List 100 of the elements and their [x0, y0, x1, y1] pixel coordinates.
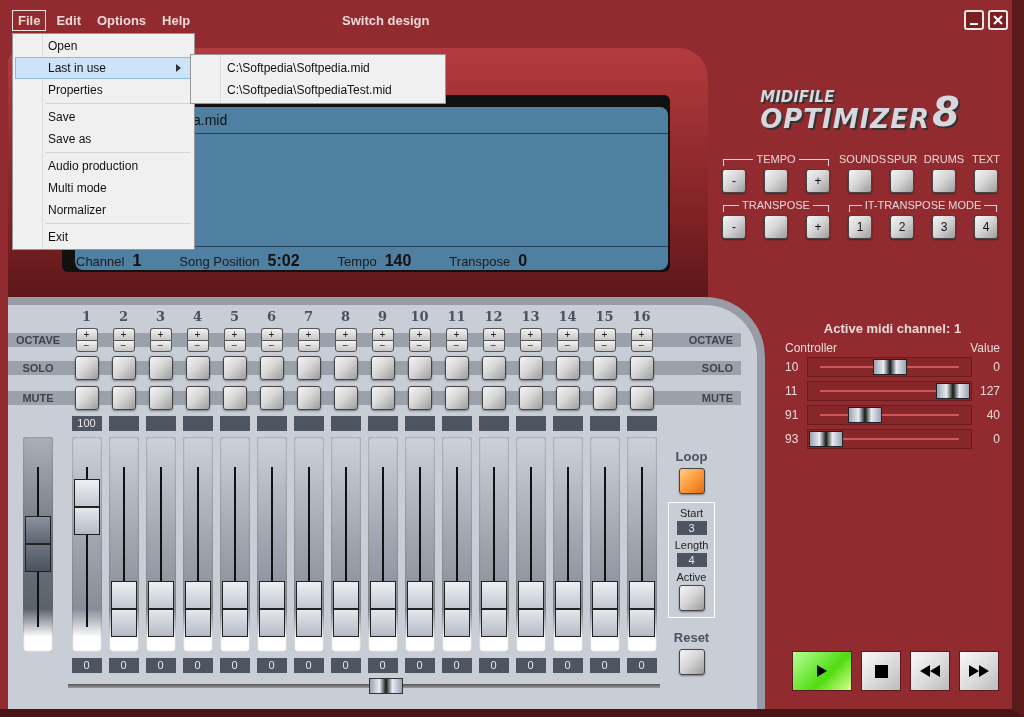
octave-up-button[interactable]: + — [408, 328, 431, 340]
fader-knob[interactable] — [110, 581, 137, 638]
octave-up-button[interactable]: + — [371, 328, 394, 340]
panel-button[interactable]: + — [806, 169, 830, 193]
mute-button[interactable] — [185, 386, 210, 410]
solo-button[interactable] — [444, 356, 469, 380]
panel-button[interactable] — [848, 169, 872, 193]
octave-up-button[interactable]: + — [223, 328, 246, 340]
fader-track[interactable] — [182, 436, 213, 652]
fader-track[interactable] — [71, 436, 102, 652]
solo-button[interactable] — [629, 356, 654, 380]
panel-button[interactable] — [932, 169, 956, 193]
submenu-item[interactable]: C:\Softpedia\SoftpediaTest.mid — [193, 79, 443, 101]
submenu-item[interactable]: C:\Softpedia\Softpedia.mid — [193, 57, 443, 79]
solo-button[interactable] — [296, 356, 321, 380]
menu-item[interactable]: Exit — [15, 226, 192, 248]
solo-button[interactable] — [592, 356, 617, 380]
menu-item[interactable]: Normalizer — [15, 199, 192, 221]
panel-button[interactable]: + — [806, 215, 830, 239]
mute-button[interactable] — [444, 386, 469, 410]
menu-bar-item[interactable]: File — [12, 9, 47, 31]
solo-button[interactable] — [185, 356, 210, 380]
mute-button[interactable] — [222, 386, 247, 410]
mute-button[interactable] — [296, 386, 321, 410]
octave-down-button[interactable]: − — [149, 340, 172, 352]
fader-knob[interactable] — [73, 479, 100, 536]
solo-button[interactable] — [148, 356, 173, 380]
fader-track[interactable] — [515, 436, 546, 652]
panel-button[interactable]: 1 — [848, 215, 872, 239]
solo-button[interactable] — [222, 356, 247, 380]
panel-button[interactable]: 2 — [890, 215, 914, 239]
forward-button[interactable] — [959, 651, 999, 691]
mute-button[interactable] — [148, 386, 173, 410]
fader-track[interactable] — [626, 436, 657, 652]
menu-item[interactable]: Last in use — [15, 57, 192, 79]
fader-knob[interactable] — [369, 581, 396, 638]
controller-slider-track[interactable] — [807, 429, 972, 449]
menu-item[interactable]: Properties — [15, 79, 192, 101]
octave-down-button[interactable]: − — [556, 340, 579, 352]
octave-up-button[interactable]: + — [297, 328, 320, 340]
octave-up-button[interactable]: + — [112, 328, 135, 340]
menu-bar-item[interactable]: Edit — [50, 9, 87, 31]
controller-slider-track[interactable] — [807, 381, 972, 401]
menu-bar-item[interactable]: Options — [90, 9, 153, 31]
octave-up-button[interactable]: + — [630, 328, 653, 340]
menu-item[interactable]: Save — [15, 106, 192, 128]
solo-button[interactable] — [111, 356, 136, 380]
octave-down-button[interactable]: − — [482, 340, 505, 352]
octave-down-button[interactable]: − — [112, 340, 135, 352]
fader-track[interactable] — [552, 436, 583, 652]
fader-knob[interactable] — [221, 581, 248, 638]
octave-down-button[interactable]: − — [445, 340, 468, 352]
octave-down-button[interactable]: − — [223, 340, 246, 352]
fader-track[interactable] — [367, 436, 398, 652]
mute-button[interactable] — [407, 386, 432, 410]
fader-knob[interactable] — [147, 581, 174, 638]
panel-button[interactable] — [764, 215, 788, 239]
solo-button[interactable] — [518, 356, 543, 380]
panel-button[interactable] — [974, 169, 998, 193]
solo-button[interactable] — [407, 356, 432, 380]
mute-button[interactable] — [518, 386, 543, 410]
controller-slider-knob[interactable] — [872, 359, 907, 375]
minimize-button[interactable] — [964, 10, 984, 30]
mute-button[interactable] — [333, 386, 358, 410]
menu-bar-item[interactable]: Help — [156, 9, 197, 31]
fader-track[interactable] — [441, 436, 472, 652]
controller-slider-track[interactable] — [807, 357, 972, 377]
fader-knob[interactable] — [517, 581, 544, 638]
panel-button[interactable] — [764, 169, 788, 193]
controller-slider-knob[interactable] — [936, 383, 970, 399]
octave-down-button[interactable]: − — [186, 340, 209, 352]
octave-down-button[interactable]: − — [75, 340, 98, 352]
fader-track[interactable] — [404, 436, 435, 652]
fader-knob[interactable] — [184, 581, 211, 638]
panel-button[interactable] — [890, 169, 914, 193]
rewind-button[interactable] — [910, 651, 950, 691]
solo-button[interactable] — [370, 356, 395, 380]
fader-knob[interactable] — [554, 581, 581, 638]
mute-button[interactable] — [629, 386, 654, 410]
octave-up-button[interactable]: + — [556, 328, 579, 340]
fader-knob[interactable] — [406, 581, 433, 638]
mute-button[interactable] — [592, 386, 617, 410]
octave-up-button[interactable]: + — [482, 328, 505, 340]
octave-up-button[interactable]: + — [149, 328, 172, 340]
octave-up-button[interactable]: + — [186, 328, 209, 340]
master-fader-knob[interactable] — [25, 516, 51, 572]
fader-knob[interactable] — [443, 581, 470, 638]
fader-track[interactable] — [145, 436, 176, 652]
fader-track[interactable] — [219, 436, 250, 652]
mute-button[interactable] — [370, 386, 395, 410]
fader-knob[interactable] — [628, 581, 655, 638]
octave-down-button[interactable]: − — [593, 340, 616, 352]
solo-button[interactable] — [333, 356, 358, 380]
solo-button[interactable] — [555, 356, 580, 380]
controller-slider-track[interactable] — [807, 405, 972, 425]
panel-button[interactable]: - — [722, 169, 746, 193]
mute-button[interactable] — [74, 386, 99, 410]
mute-button[interactable] — [555, 386, 580, 410]
mute-button[interactable] — [481, 386, 506, 410]
fader-track[interactable] — [589, 436, 620, 652]
